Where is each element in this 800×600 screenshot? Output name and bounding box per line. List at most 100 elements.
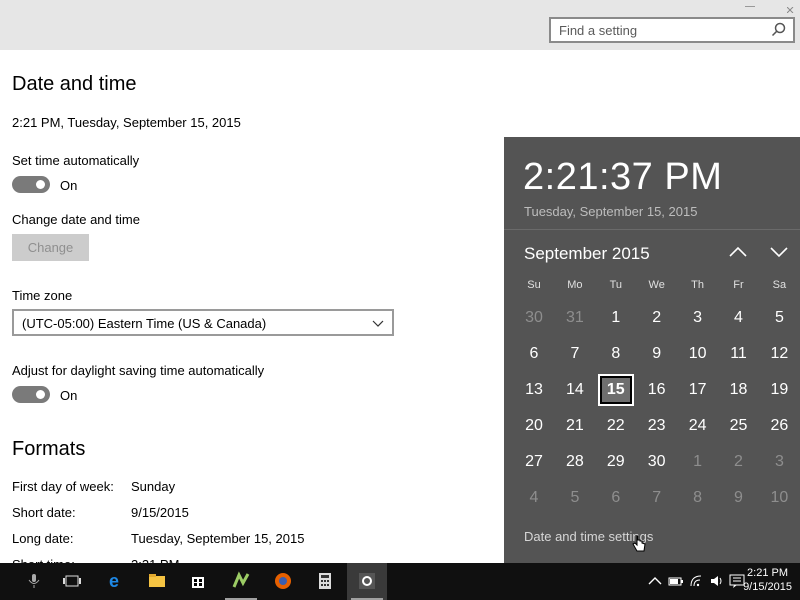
calendar-day[interactable]: 13 [514, 373, 554, 407]
calendar-day[interactable]: 23 [637, 409, 677, 443]
task-view-icon [63, 575, 81, 587]
calendar-day[interactable]: 10 [759, 481, 799, 515]
settings-icon [359, 573, 375, 589]
volume-icon[interactable] [708, 572, 726, 590]
month-label[interactable]: September 2015 [524, 244, 650, 264]
calendar-day[interactable]: 20 [514, 409, 554, 443]
search-box[interactable]: Find a setting [549, 17, 795, 43]
calendar-day[interactable]: 29 [596, 445, 636, 479]
taskbar-clock[interactable]: 2:21 PM 9/15/2015 [743, 566, 792, 594]
change-button[interactable]: Change [12, 234, 89, 261]
calendar-day[interactable]: 17 [678, 373, 718, 407]
firefox-button[interactable] [263, 563, 303, 600]
search-icon[interactable] [771, 22, 787, 38]
calendar-day[interactable]: 7 [555, 337, 595, 371]
wifi-icon[interactable] [688, 572, 706, 590]
calculator-icon [319, 573, 331, 589]
calendar-day[interactable]: 6 [596, 481, 636, 515]
search-input[interactable]: Find a setting [559, 23, 637, 38]
calendar-day[interactable]: 10 [678, 337, 718, 371]
calendar-day[interactable]: 31 [555, 301, 595, 335]
calendar-day[interactable]: 4 [514, 481, 554, 515]
cortana-button[interactable] [14, 563, 54, 600]
calendar-day-today[interactable]: 15 [597, 374, 634, 406]
calendar-day[interactable]: 22 [596, 409, 636, 443]
calendar-day[interactable]: 4 [719, 301, 759, 335]
hand-cursor-icon [632, 535, 646, 552]
calendar-day[interactable]: 26 [759, 409, 799, 443]
calendar-day[interactable]: 30 [514, 301, 554, 335]
calendar-day[interactable]: 30 [637, 445, 677, 479]
edge-button[interactable]: e [96, 563, 136, 600]
task-view-button[interactable] [52, 563, 92, 600]
weekday-header: Th [691, 279, 705, 291]
app-icon [232, 571, 250, 588]
settings-button[interactable] [347, 563, 387, 600]
timezone-label: Time zone [12, 288, 73, 303]
calendar-day[interactable]: 16 [637, 373, 677, 407]
calendar-day[interactable]: 2 [719, 445, 759, 479]
microphone-icon [28, 574, 40, 588]
taskbar: e [0, 563, 800, 600]
calendar-day[interactable]: 9 [719, 481, 759, 515]
set-time-auto-toggle[interactable] [12, 176, 50, 193]
calendar-day[interactable]: 14 [555, 373, 595, 407]
format-value-short-date: 9/15/2015 [131, 505, 189, 520]
calendar-day[interactable]: 3 [678, 301, 718, 335]
file-explorer-button[interactable] [137, 563, 177, 600]
svg-text:e: e [109, 571, 119, 591]
dst-label: Adjust for daylight saving time automati… [12, 363, 265, 378]
chevron-up-icon[interactable] [646, 572, 664, 590]
formats-title: Formats [12, 438, 86, 460]
edge-icon: e [109, 571, 119, 591]
calendar-day[interactable]: 9 [637, 337, 677, 371]
close-icon[interactable] [786, 0, 797, 14]
chevron-down-icon[interactable] [769, 244, 789, 260]
flyout-date-link[interactable]: Tuesday, September 15, 2015 [524, 204, 697, 219]
calendar-day[interactable]: 19 [759, 373, 799, 407]
format-key-short-date: Short date: [12, 505, 76, 520]
calendar-day[interactable]: 24 [678, 409, 718, 443]
taskbar-clock-date: 9/15/2015 [743, 581, 792, 593]
calculator-button[interactable] [305, 563, 345, 600]
calendar-day[interactable]: 6 [514, 337, 554, 371]
calendar-day[interactable]: 2 [637, 301, 677, 335]
calendar-day[interactable]: 8 [678, 481, 718, 515]
flyout-divider [504, 229, 800, 230]
calendar-day[interactable]: 27 [514, 445, 554, 479]
battery-icon[interactable] [667, 572, 685, 590]
settings-header: Find a setting [0, 0, 800, 50]
format-key-long-date: Long date: [12, 531, 74, 546]
format-key-first-day: First day of week: [12, 479, 114, 494]
calendar-day[interactable]: 11 [719, 337, 759, 371]
calendar-day[interactable]: 28 [555, 445, 595, 479]
format-value-long-date: Tuesday, September 15, 2015 [131, 531, 305, 546]
store-button[interactable] [178, 563, 218, 600]
timezone-value: (UTC-05:00) Eastern Time (US & Canada) [22, 316, 267, 331]
calendar-day[interactable]: 5 [555, 481, 595, 515]
calendar-day[interactable]: 3 [759, 445, 799, 479]
calendar-day[interactable]: 18 [719, 373, 759, 407]
change-date-label: Change date and time [12, 212, 140, 227]
calendar-day[interactable]: 25 [719, 409, 759, 443]
minimize-icon[interactable] [745, 0, 755, 7]
dst-toggle[interactable] [12, 386, 50, 403]
weekday-header: Sa [772, 279, 787, 291]
calendar-day[interactable]: 7 [637, 481, 677, 515]
dst-state: On [60, 388, 78, 403]
weekday-header: Fr [733, 279, 744, 291]
calendar-day[interactable]: 8 [596, 337, 636, 371]
chevron-up-icon[interactable] [728, 244, 748, 260]
firefox-icon [275, 573, 291, 589]
calendar-day[interactable]: 1 [596, 301, 636, 335]
chevron-down-icon [372, 320, 384, 327]
timezone-select[interactable]: (UTC-05:00) Eastern Time (US & Canada) [12, 309, 394, 336]
calendar-flyout: 2:21:37 PM Tuesday, September 15, 2015 S… [504, 137, 800, 563]
flyout-time: 2:21:37 PM [523, 156, 723, 198]
app-button[interactable] [221, 563, 261, 600]
weekday-header: We [648, 279, 665, 291]
calendar-day[interactable]: 21 [555, 409, 595, 443]
calendar-day[interactable]: 12 [759, 337, 799, 371]
calendar-day[interactable]: 1 [678, 445, 718, 479]
calendar-day[interactable]: 5 [759, 301, 799, 335]
